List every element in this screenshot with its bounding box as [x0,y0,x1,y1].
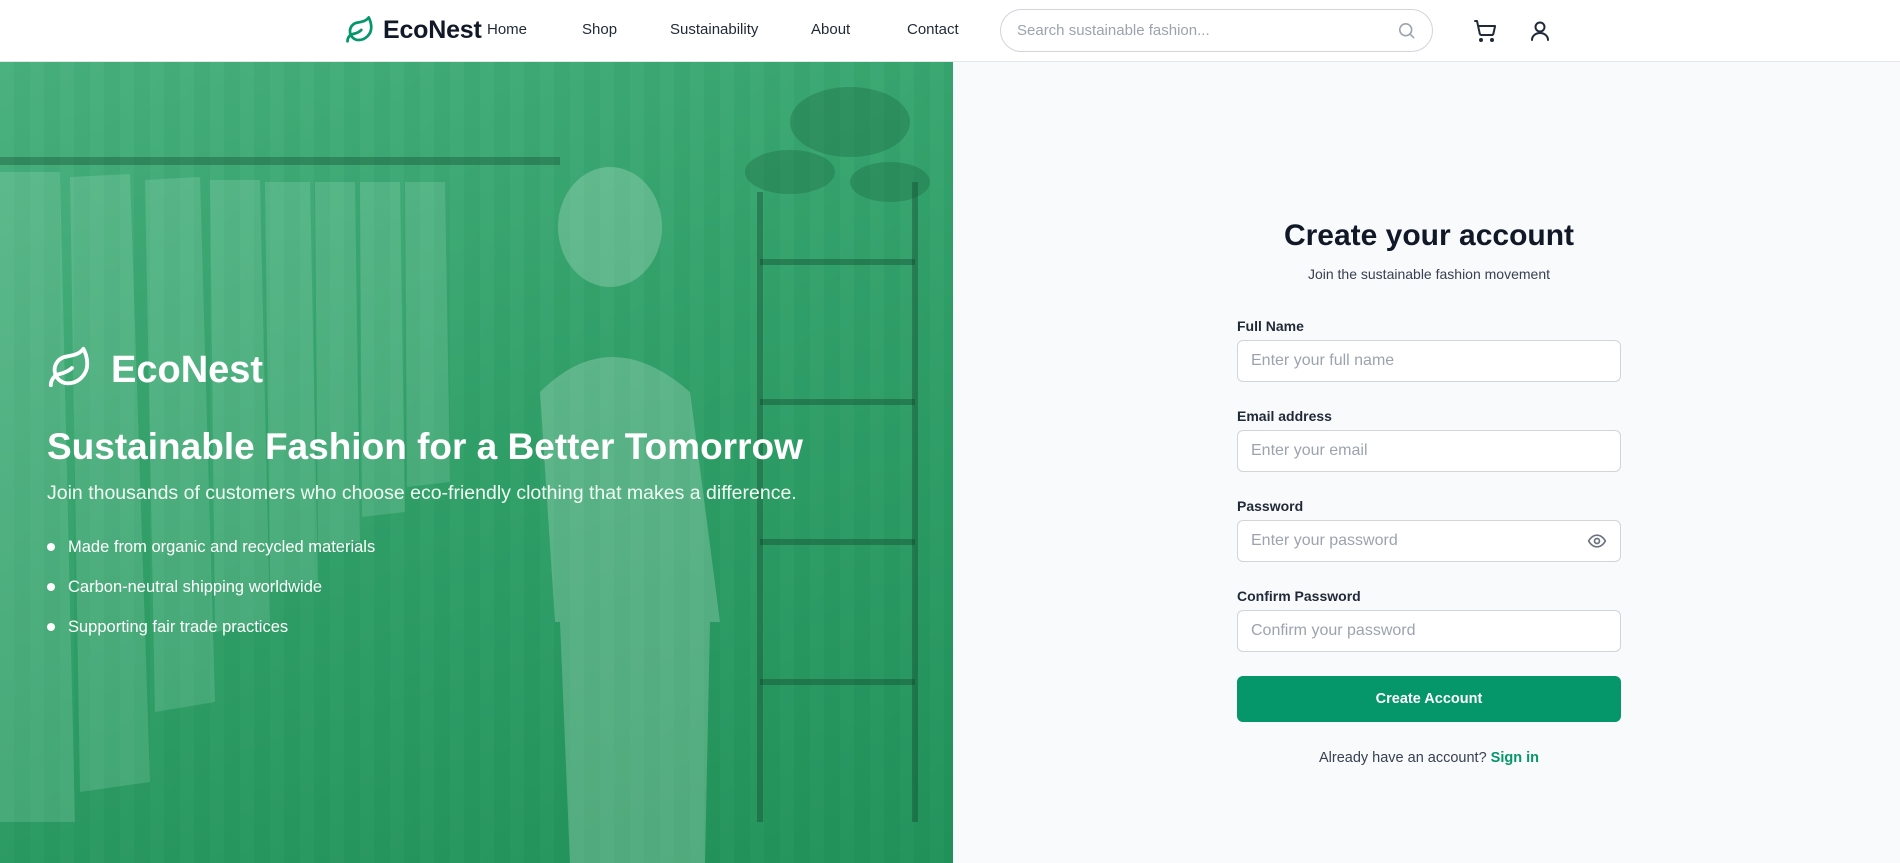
cart-icon[interactable] [1471,17,1499,45]
nav-sustainability[interactable]: Sustainability [670,21,758,38]
brand-name: EcoNest [383,15,482,44]
hero-brand-name: EcoNest [111,349,264,391]
leaf-icon [47,345,93,396]
bullet-icon [47,543,55,551]
search-input[interactable] [1017,22,1397,39]
nav-contact[interactable]: Contact [907,21,959,38]
email-input[interactable] [1251,442,1607,460]
feature-item: Carbon-neutral shipping worldwide [47,567,375,607]
password-label: Password [1237,498,1304,514]
feature-list: Made from organic and recycled materials… [47,527,375,647]
signin-prompt: Already have an account? [1318,750,1487,766]
nav-shop[interactable]: Shop [582,21,617,38]
user-icon[interactable] [1526,17,1554,45]
signin-link[interactable]: Sign in [1491,750,1539,766]
signin-row: Already have an account? Sign in [1237,750,1621,766]
search-icon[interactable] [1397,21,1416,40]
top-navbar: EcoNest Home Shop Sustainability About C… [0,0,1900,62]
full-name-label: Full Name [1237,318,1304,334]
email-label: Email address [1237,408,1332,424]
eye-icon[interactable] [1587,531,1607,551]
email-field [1237,430,1621,472]
nav-about[interactable]: About [811,21,850,38]
feature-text: Supporting fair trade practices [68,617,289,636]
full-name-field [1237,340,1621,382]
full-name-input[interactable] [1251,352,1607,370]
confirm-password-label: Confirm Password [1237,588,1361,604]
hero-brand: EcoNest [47,345,263,396]
hero-subtitle: Join thousands of customers who choose e… [47,482,797,504]
bullet-icon [47,623,55,631]
search-bar [1000,9,1433,52]
password-field [1237,520,1621,562]
leaf-icon [345,15,375,45]
form-title: Create your account [1283,219,1575,252]
form-subtitle: Join the sustainable fashion movement [1307,266,1551,282]
password-input[interactable] [1251,532,1587,550]
feature-text: Carbon-neutral shipping worldwide [68,577,323,596]
confirm-password-input[interactable] [1251,622,1607,640]
feature-text: Made from organic and recycled materials [68,537,376,556]
confirm-password-field [1237,610,1621,652]
bullet-icon [47,583,55,591]
nav-home[interactable]: Home [487,21,527,38]
feature-item: Supporting fair trade practices [47,607,375,647]
hero-panel: EcoNest Sustainable Fashion for a Better… [0,62,953,863]
feature-item: Made from organic and recycled materials [47,527,375,567]
brand-logo-link[interactable]: EcoNest [345,12,482,48]
create-account-button[interactable]: Create Account [1237,676,1621,722]
hero-title: Sustainable Fashion for a Better Tomorro… [47,426,803,467]
